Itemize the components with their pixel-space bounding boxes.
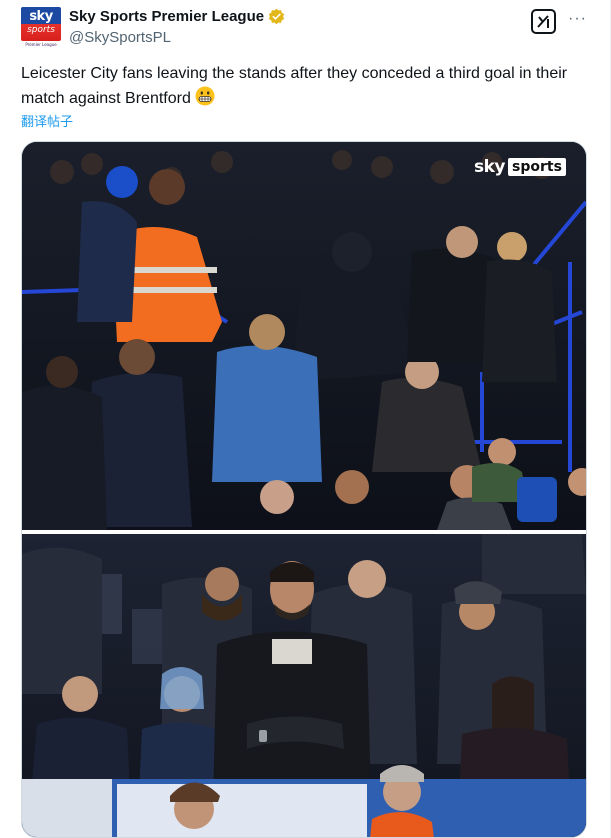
photo-manager-touchline[interactable] — [22, 534, 586, 837]
photo-fans-leaving-stands[interactable]: sky sports — [22, 142, 586, 530]
grok-glyph-icon — [537, 15, 549, 28]
author-name-row: Sky Sports Premier League — [69, 8, 285, 25]
display-name[interactable]: Sky Sports Premier League — [69, 8, 264, 25]
verified-badge-icon[interactable] — [268, 8, 285, 25]
avatar[interactable]: sky sports Premier League — [21, 7, 61, 47]
watermark-sports-text: sports — [508, 158, 566, 176]
stands-scene-image — [22, 142, 586, 530]
handle[interactable]: @SkySportsPL — [69, 29, 171, 46]
avatar-league-text: Premier League — [25, 42, 57, 47]
tweet-body: Leicester City fans leaving the stands a… — [21, 65, 568, 107]
grok-icon[interactable] — [531, 9, 556, 34]
sky-sports-watermark: sky sports — [474, 156, 566, 178]
tweet-card[interactable]: sky sports Premier League Sky Sports Pre… — [0, 0, 611, 838]
watermark-sky-text: sky — [474, 157, 506, 177]
tweet-text: Leicester City fans leaving the stands a… — [21, 62, 591, 111]
grimacing-face-icon — [195, 86, 215, 106]
avatar-sky-text: sky — [29, 9, 53, 24]
media-gallery[interactable]: sky sports — [21, 141, 587, 838]
manager-scene-image — [22, 534, 586, 837]
more-options-icon[interactable]: ··· — [568, 10, 587, 28]
translate-post-link[interactable]: 翻译帖子 — [21, 111, 73, 130]
avatar-sports-text: sports — [27, 25, 55, 35]
